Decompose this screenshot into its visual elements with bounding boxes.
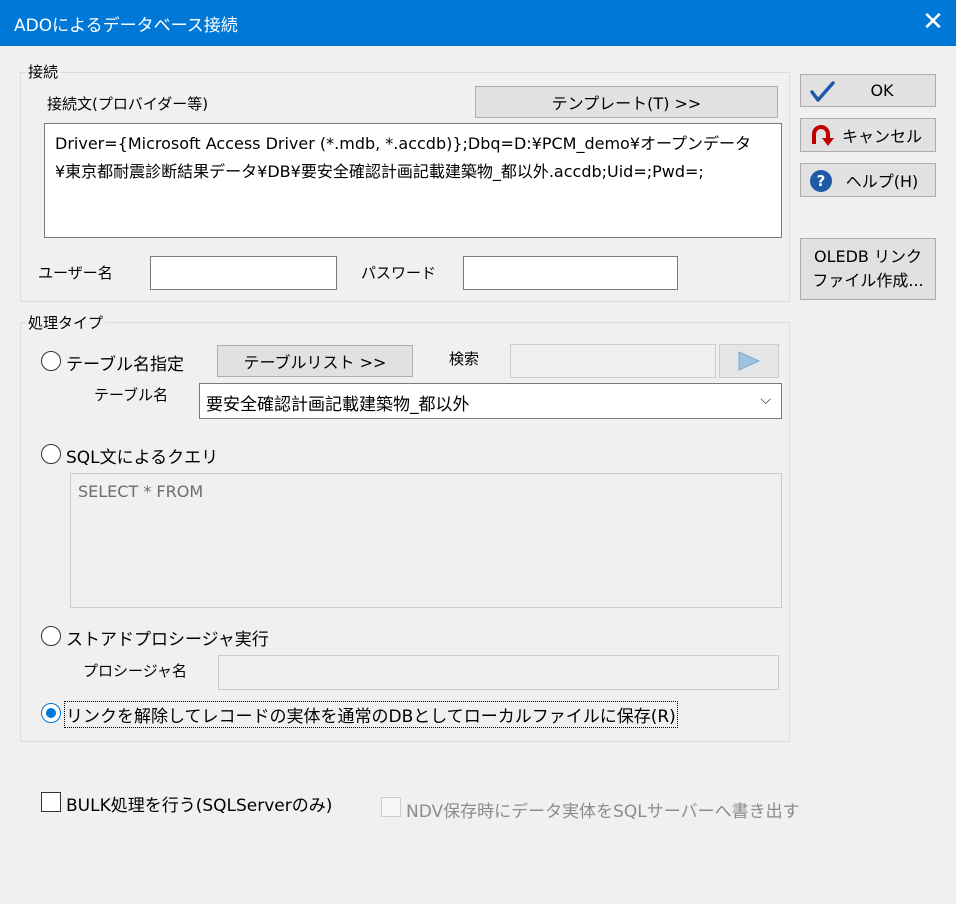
oledb-button-line1: OLEDB リンク — [813, 247, 922, 266]
oledb-link-button[interactable]: OLEDB リンク ファイル作成... — [800, 238, 936, 300]
undo-arrow-icon — [812, 125, 834, 146]
table-name-select[interactable]: 要安全確認計画記載建築物_都以外 ⌵ — [199, 383, 782, 419]
processing-group-label: 処理タイプ — [26, 312, 106, 333]
cancel-button[interactable]: キャンセル — [800, 118, 936, 152]
password-input[interactable] — [463, 256, 678, 290]
bulk-checkbox[interactable] — [41, 792, 61, 812]
play-arrow-icon — [738, 351, 761, 371]
sql-option-label[interactable]: SQL文によるクエリ — [66, 443, 218, 468]
bulk-checkbox-label[interactable]: BULK処理を行う(SQLServerのみ) — [66, 791, 332, 816]
stored-proc-option-radio[interactable] — [41, 626, 61, 646]
help-button[interactable]: ? ヘルプ(H) — [800, 163, 936, 197]
checkmark-icon — [810, 81, 835, 102]
search-label: 検索 — [449, 350, 480, 368]
table-option-radio[interactable] — [41, 351, 61, 371]
ok-button[interactable]: OK — [800, 74, 936, 107]
stored-proc-option-label[interactable]: ストアドプロシージャ実行 — [66, 625, 269, 650]
search-go-button[interactable] — [719, 344, 779, 378]
help-button-label: ヘルプ(H) — [845, 172, 919, 191]
oledb-button-line2: ファイル作成... — [812, 271, 924, 290]
close-icon[interactable]: ✕ — [910, 0, 956, 46]
username-input[interactable] — [150, 256, 337, 290]
ndv-checkbox[interactable] — [381, 797, 401, 817]
chevron-down-icon: ⌵ — [760, 392, 771, 408]
table-list-button[interactable]: テーブルリスト >> — [217, 345, 413, 377]
unlink-option-label[interactable]: リンクを解除してレコードの実体を通常のDBとしてローカルファイルに保存(R) — [64, 701, 678, 728]
svg-text:?: ? — [817, 172, 826, 190]
sql-option-radio[interactable] — [41, 444, 61, 464]
password-label: パスワード — [361, 264, 437, 282]
title-bar: ADOによるデータベース接続 ✕ — [0, 0, 956, 46]
conn-string-label: 接続文(プロバイダー等) — [47, 95, 209, 113]
procedure-name-label: プロシージャ名 — [83, 662, 187, 680]
template-button[interactable]: テンプレート(T) >> — [475, 86, 778, 118]
help-icon: ? — [810, 170, 832, 192]
table-name-value: 要安全確認計画記載建築物_都以外 — [206, 395, 470, 415]
connection-group-label: 接続 — [26, 61, 61, 82]
sql-query-input[interactable]: SELECT * FROM — [70, 473, 782, 608]
username-label: ユーザー名 — [38, 264, 113, 282]
window-title: ADOによるデータベース接続 — [14, 16, 238, 36]
table-name-label: テーブル名 — [94, 386, 169, 404]
conn-string-input[interactable]: Driver={Microsoft Access Driver (*.mdb, … — [44, 123, 782, 238]
ok-button-label: OK — [870, 81, 894, 100]
unlink-option-radio[interactable] — [41, 703, 61, 723]
search-input[interactable] — [510, 344, 716, 378]
table-option-label[interactable]: テーブル名指定 — [66, 350, 184, 375]
procedure-name-input[interactable] — [218, 655, 779, 690]
ndv-checkbox-label[interactable]: NDV保存時にデータ実体をSQLサーバーへ書き出す — [406, 797, 800, 822]
cancel-button-label: キャンセル — [841, 127, 922, 146]
